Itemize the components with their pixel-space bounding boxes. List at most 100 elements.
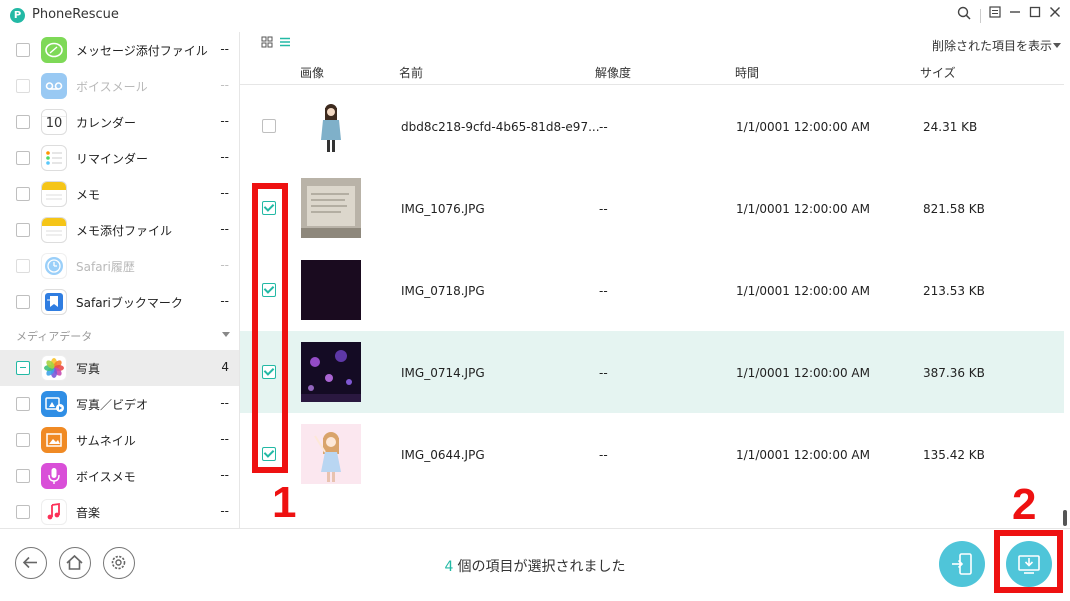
file-size: 821.58 KB: [923, 202, 985, 216]
calendar-date: 10: [45, 116, 63, 131]
minimize-icon[interactable]: [1006, 6, 1024, 24]
selection-status: 4 個の項目が選択されました: [0, 556, 1070, 576]
file-name: IMG_0718.JPG: [401, 284, 485, 298]
checkbox[interactable]: [16, 79, 30, 93]
to-device-button[interactable]: [939, 541, 985, 587]
checkbox[interactable]: [16, 397, 30, 411]
sidebar-item-thumbnails[interactable]: サムネイル --: [0, 422, 239, 458]
sidebar-item-count: --: [220, 432, 229, 446]
column-header-name[interactable]: 名前: [399, 64, 423, 81]
list-view-icon[interactable]: [278, 36, 292, 50]
resolution: --: [599, 284, 608, 298]
table-row[interactable]: IMG_1076.JPG -- 1/1/0001 12:00:00 AM 821…: [240, 167, 1064, 249]
menu-icon[interactable]: [986, 6, 1004, 24]
table-row[interactable]: dbd8c218-9cfd-4b65-81d8-e97... -- 1/1/00…: [240, 85, 1064, 167]
sidebar-item-voice-memos[interactable]: ボイスメモ --: [0, 458, 239, 494]
checkbox[interactable]: [16, 187, 30, 201]
checkbox[interactable]: [16, 115, 30, 129]
sidebar-item-label: Safari履歴: [76, 260, 135, 274]
close-icon[interactable]: [1046, 6, 1064, 24]
column-header-image[interactable]: 画像: [300, 64, 324, 81]
sidebar-item-voicemail[interactable]: ボイスメール --: [0, 68, 239, 104]
content-toolbar: 削除された項目を表示: [240, 32, 1070, 56]
search-icon[interactable]: [955, 6, 973, 24]
sidebar-item-count: --: [220, 396, 229, 410]
sidebar-item-label: メモ: [76, 188, 101, 202]
sidebar-item-label: カレンダー: [76, 116, 137, 130]
sidebar-item-count: --: [220, 258, 229, 272]
sidebar-item-count: --: [220, 114, 229, 128]
file-name: IMG_0714.JPG: [401, 366, 485, 380]
grid-view-icon[interactable]: [260, 36, 274, 50]
file-name: dbd8c218-9cfd-4b65-81d8-e97...: [401, 120, 600, 134]
checkbox[interactable]: [16, 433, 30, 447]
app-logo-icon: P: [10, 8, 25, 23]
sidebar-item-count: --: [220, 150, 229, 164]
timestamp: 1/1/0001 12:00:00 AM: [736, 448, 870, 462]
sidebar-item-safari-bookmarks[interactable]: Safariブックマーク --: [0, 284, 239, 320]
maximize-icon[interactable]: [1026, 6, 1044, 24]
sidebar-item-count: --: [220, 468, 229, 482]
selection-status-text: 個の項目が選択されました: [457, 559, 626, 575]
thumbnail-image: [301, 424, 361, 484]
calendar-icon: 10: [41, 109, 67, 135]
column-header-size[interactable]: サイズ: [920, 64, 956, 81]
sidebar-item-label: 写真: [76, 362, 101, 376]
table-row-highlighted[interactable]: IMG_0714.JPG -- 1/1/0001 12:00:00 AM 387…: [240, 331, 1064, 413]
sidebar-item-notes[interactable]: メモ --: [0, 176, 239, 212]
sidebar-item-count: --: [220, 42, 229, 56]
file-size: 213.53 KB: [923, 284, 985, 298]
checkbox-partial[interactable]: [16, 361, 30, 375]
sidebar-item-calendar[interactable]: 10 カレンダー --: [0, 104, 239, 140]
photos-icon: [41, 355, 67, 381]
checkbox[interactable]: [16, 43, 30, 57]
chevron-down-icon[interactable]: [1053, 43, 1061, 48]
notes-attachment-icon: [41, 217, 67, 243]
checkbox[interactable]: [16, 505, 30, 519]
checkbox[interactable]: [16, 469, 30, 483]
voice-memo-icon: [41, 463, 67, 489]
title-bar: P PhoneRescue: [0, 0, 1070, 32]
safari-bookmark-icon: [41, 289, 67, 315]
sidebar-item-photo-video[interactable]: 写真／ビデオ --: [0, 386, 239, 422]
voicemail-icon: [41, 73, 67, 99]
table-header: 画像 名前 解像度 時間 サイズ: [240, 58, 1064, 85]
scrollbar[interactable]: [1063, 510, 1067, 526]
checkbox[interactable]: [16, 295, 30, 309]
table-row[interactable]: IMG_0644.JPG -- 1/1/0001 12:00:00 AM 135…: [240, 413, 1064, 495]
sidebar-item-label: ボイスメール: [76, 80, 148, 94]
sidebar-item-message-attachments[interactable]: メッセージ添付ファイル --: [0, 32, 239, 68]
show-deleted-dropdown[interactable]: 削除された項目を表示: [932, 37, 1052, 54]
file-name: IMG_0644.JPG: [401, 448, 485, 462]
sidebar-item-count: --: [220, 78, 229, 92]
checkbox[interactable]: [16, 151, 30, 165]
column-header-resolution[interactable]: 解像度: [595, 64, 631, 81]
sidebar-item-label: 写真／ビデオ: [76, 398, 149, 412]
app-title: PhoneRescue: [32, 7, 119, 22]
message-attachment-icon: [41, 37, 67, 63]
checkbox[interactable]: [16, 259, 30, 273]
resolution: --: [599, 448, 608, 462]
sidebar-item-label: リマインダー: [76, 152, 149, 166]
column-header-time[interactable]: 時間: [735, 64, 759, 81]
checkbox[interactable]: [16, 223, 30, 237]
sidebar-item-music[interactable]: 音楽 --: [0, 494, 239, 530]
thumbnail-image: [301, 178, 361, 238]
annotation-box-1: [252, 183, 288, 473]
thumbnail-image: [301, 96, 361, 156]
sidebar-item-notes-attachments[interactable]: メモ添付ファイル --: [0, 212, 239, 248]
sidebar-item-safari-history[interactable]: Safari履歴 --: [0, 248, 239, 284]
timestamp: 1/1/0001 12:00:00 AM: [736, 202, 870, 216]
titlebar-divider: [980, 9, 981, 23]
table-row[interactable]: IMG_0718.JPG -- 1/1/0001 12:00:00 AM 213…: [240, 249, 1064, 331]
thumbnail-image: [301, 342, 361, 402]
annotation-number-1: 1: [272, 478, 297, 527]
section-collapse-icon[interactable]: [222, 332, 230, 337]
row-checkbox[interactable]: [262, 119, 276, 133]
file-name: IMG_1076.JPG: [401, 202, 485, 216]
sidebar-item-reminders[interactable]: リマインダー --: [0, 140, 239, 176]
resolution: --: [599, 202, 608, 216]
sidebar-item-photos[interactable]: 写真 4: [0, 350, 239, 386]
reminder-icon: [41, 145, 67, 171]
resolution: --: [599, 120, 608, 134]
